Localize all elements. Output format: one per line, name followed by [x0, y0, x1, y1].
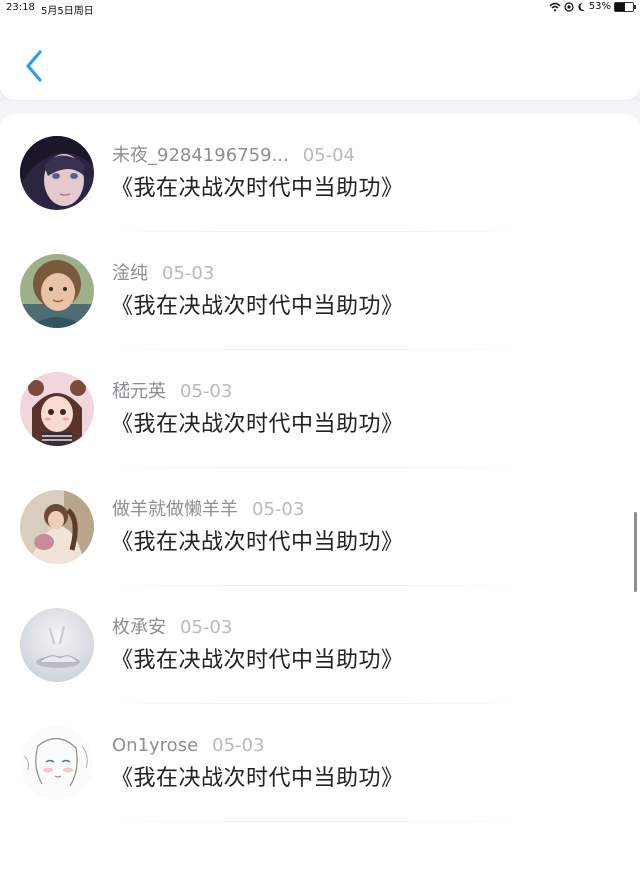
avatar[interactable]	[20, 136, 94, 210]
comment-date: 05-03	[180, 617, 233, 638]
list-item[interactable]: 做羊就做懒羊羊 05-03 《我在决战次时代中当助功》	[0, 468, 640, 586]
battery-icon	[614, 1, 636, 12]
avatar[interactable]	[20, 490, 94, 564]
comment-text: 《我在决战次时代中当助功》	[111, 648, 404, 673]
comment-header: 做羊就做懒羊羊 05-03	[112, 499, 304, 521]
list-item[interactable]: 枚承安 05-03 《我在决战次时代中当助功》	[0, 586, 640, 704]
battery-percent: 53%	[588, 1, 611, 12]
back-button[interactable]	[20, 46, 50, 86]
user-avatar-image	[20, 136, 94, 210]
nav-bar	[0, 16, 640, 100]
avatar[interactable]	[20, 372, 94, 446]
status-time: 23:18	[6, 2, 35, 13]
status-icons: 53%	[549, 1, 636, 12]
user-name[interactable]: 嵇元英	[112, 381, 166, 402]
comment-text: 《我在决战次时代中当助功》	[111, 412, 404, 437]
user-avatar-image	[20, 490, 94, 564]
user-name[interactable]: 做羊就做懒羊羊	[112, 499, 238, 520]
comment-date: 05-03	[180, 381, 233, 402]
battery-fill	[615, 2, 625, 11]
scroll-indicator[interactable]	[634, 512, 637, 592]
comment-date: 05-03	[162, 263, 215, 284]
status-date: 5月5日周日	[41, 6, 94, 17]
user-avatar-image	[20, 254, 94, 328]
comment-text: 《我在决战次时代中当助功》	[111, 176, 404, 201]
moon-icon	[578, 2, 585, 11]
comment-header: 淦纯 05-03	[112, 263, 214, 285]
user-name[interactable]: 枚承安	[112, 617, 166, 638]
list-item[interactable]: 淦纯 05-03 《我在决战次时代中当助功》	[0, 232, 640, 350]
comment-date: 05-04	[302, 145, 355, 166]
wifi-icon	[549, 2, 561, 11]
comment-header: 嵇元英 05-03	[112, 381, 232, 403]
user-name[interactable]: 淦纯	[112, 263, 148, 284]
chevron-left-icon	[26, 50, 42, 82]
user-avatar-image	[20, 726, 94, 800]
comment-date: 05-03	[252, 499, 305, 520]
location-icon	[564, 1, 574, 12]
status-bar: 23:18 5月5日周日 53%	[0, 0, 640, 17]
user-avatar-image	[20, 608, 94, 682]
comment-text: 《我在决战次时代中当助功》	[111, 294, 404, 319]
avatar[interactable]	[20, 726, 94, 800]
avatar[interactable]	[20, 254, 94, 328]
comment-text: 《我在决战次时代中当助功》	[111, 530, 404, 555]
user-name[interactable]: On1yrose	[112, 735, 198, 756]
user-name[interactable]: 未夜_9284196759...	[112, 145, 289, 166]
list-item[interactable]: 未夜_9284196759... 05-04 《我在决战次时代中当助功》	[0, 114, 640, 232]
avatar[interactable]	[20, 608, 94, 682]
comment-header: 枚承安 05-03	[112, 617, 232, 639]
comment-header: 未夜_9284196759... 05-04	[112, 145, 355, 167]
list-item[interactable]: On1yrose 05-03 《我在决战次时代中当助功》	[0, 704, 640, 822]
comment-text: 《我在决战次时代中当助功》	[111, 766, 404, 791]
user-avatar-image	[20, 372, 94, 446]
comment-header: On1yrose 05-03	[112, 735, 264, 757]
comment-date: 05-03	[212, 735, 265, 756]
list-item[interactable]: 嵇元英 05-03 《我在决战次时代中当助功》	[0, 350, 640, 468]
divider	[110, 821, 520, 822]
comment-list: 未夜_9284196759... 05-04 《我在决战次时代中当助功》 淦纯 05…	[0, 114, 640, 874]
